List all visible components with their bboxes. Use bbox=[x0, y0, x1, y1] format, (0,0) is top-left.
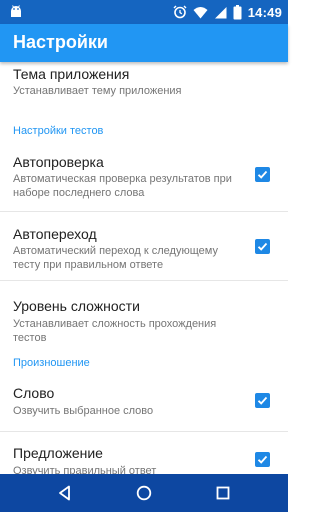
home-icon[interactable] bbox=[134, 483, 154, 503]
divider bbox=[0, 280, 288, 281]
navigation-bar bbox=[0, 474, 288, 512]
pref-difficulty[interactable]: Уровень сложности Устанавливает сложност… bbox=[0, 282, 288, 346]
pref-title: Тема приложения bbox=[13, 66, 130, 82]
checkbox-autonext[interactable] bbox=[255, 239, 270, 254]
pref-summary: Озвучить выбранное слово bbox=[13, 405, 154, 417]
android-icon bbox=[8, 4, 24, 20]
alarm-icon bbox=[173, 5, 187, 19]
pref-title: Слово bbox=[13, 385, 55, 401]
pref-title: Предложение bbox=[13, 445, 103, 461]
pref-summary: Автоматическая проверка результатов при … bbox=[13, 173, 232, 199]
pref-title: Автопроверка bbox=[13, 154, 104, 170]
category-pronunciation: Произношение bbox=[13, 357, 90, 369]
settings-list[interactable]: Тема приложения Устанавливает тему прило… bbox=[0, 62, 288, 474]
divider bbox=[0, 431, 288, 432]
category-tests: Настройки тестов bbox=[13, 125, 104, 137]
app-bar: Настройки bbox=[0, 24, 288, 62]
pref-theme[interactable]: Тема приложения Устанавливает тему прило… bbox=[0, 62, 288, 110]
pref-word[interactable]: Слово Озвучить выбранное слово bbox=[0, 372, 288, 432]
page-title: Настройки bbox=[13, 32, 108, 52]
pref-sentence[interactable]: Предложение Озвучить правильный ответ bbox=[0, 433, 288, 474]
pref-summary: Озвучить правильный ответ bbox=[13, 465, 157, 474]
back-icon[interactable] bbox=[55, 483, 75, 503]
status-bar: 14:49 bbox=[0, 0, 288, 24]
checkbox-word[interactable] bbox=[255, 393, 270, 408]
pref-title: Автопереход bbox=[13, 226, 97, 242]
pref-summary: Автоматический переход к следующему тест… bbox=[13, 245, 218, 271]
pref-title: Уровень сложности bbox=[13, 298, 140, 314]
checkbox-autocheck[interactable] bbox=[255, 167, 270, 182]
checkbox-sentence[interactable] bbox=[255, 452, 270, 467]
recents-icon[interactable] bbox=[213, 483, 233, 503]
status-time: 14:49 bbox=[247, 4, 282, 20]
signal-icon bbox=[214, 6, 227, 19]
pref-summary: Устанавливает тему приложения bbox=[13, 85, 182, 97]
battery-icon bbox=[233, 4, 242, 20]
pref-autonext[interactable]: Автопереход Автоматический переход к сле… bbox=[0, 213, 288, 281]
pref-autocheck[interactable]: Автопроверка Автоматическая проверка рез… bbox=[0, 140, 288, 212]
pref-summary: Устанавливает сложность прохождения тест… bbox=[13, 318, 217, 344]
wifi-icon bbox=[193, 6, 208, 19]
divider bbox=[0, 211, 288, 212]
